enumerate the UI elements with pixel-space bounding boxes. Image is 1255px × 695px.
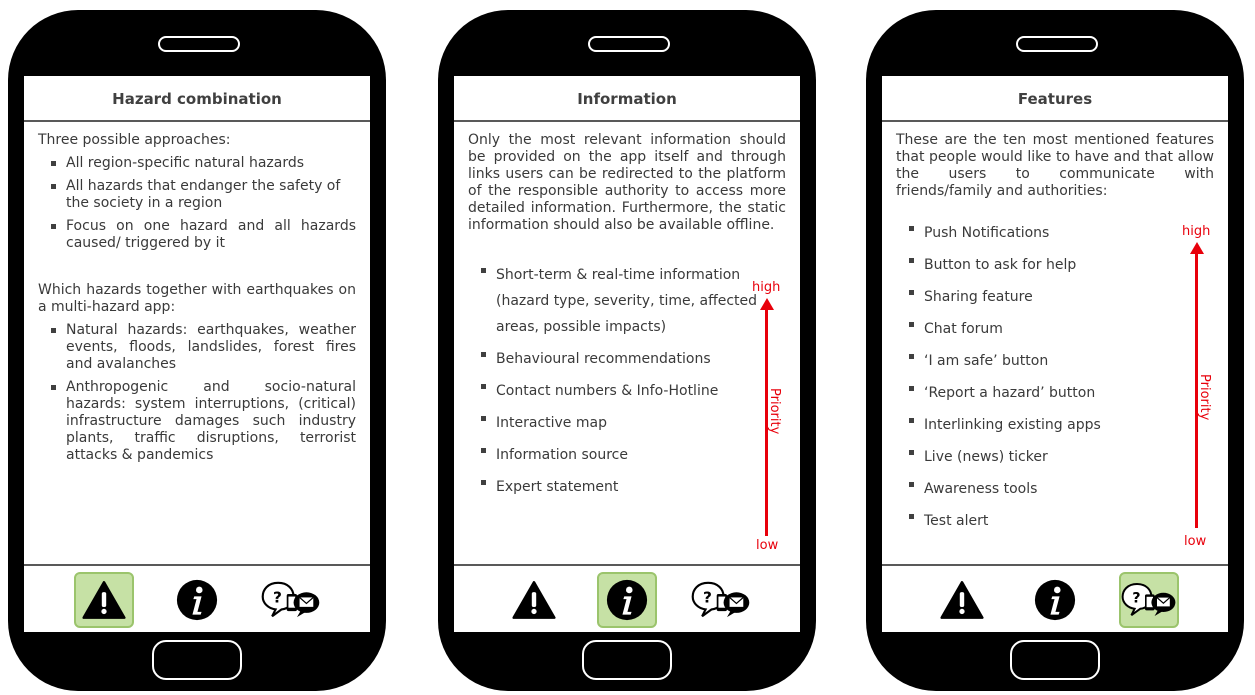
phone-hazard-combination: Hazard combination Three possible approa… — [8, 10, 386, 691]
phone-information: Information Only the most relevant infor… — [438, 10, 816, 691]
info-icon — [606, 579, 648, 621]
priority-label: Priority — [767, 388, 782, 435]
home-button[interactable] — [152, 640, 242, 680]
tab-hazard[interactable] — [504, 572, 564, 628]
question-text: Which hazards together with earthquakes … — [38, 282, 356, 315]
list-item: Information source — [468, 442, 760, 468]
list-item: Chat forum — [896, 316, 1176, 342]
list-item: Behavioural recommendations — [468, 346, 760, 372]
list-item: Short-term & real-time information (haza… — [468, 262, 760, 340]
list-item: Contact numbers & Info-Hotline — [468, 378, 760, 404]
tab-features[interactable] — [691, 572, 751, 628]
screen-title: Information — [454, 76, 800, 122]
priority-high-label: high — [752, 280, 781, 295]
list-item: Sharing feature — [896, 284, 1176, 310]
answers-list: Natural hazards: earthquakes, weather ev… — [38, 322, 356, 464]
priority-arrow: high Priority low — [1180, 224, 1220, 554]
intro-text: Three possible approaches: — [38, 132, 231, 148]
list-item: Test alert — [896, 508, 1176, 534]
info-icon — [176, 579, 218, 621]
speaker-slot — [1016, 36, 1098, 52]
list-item: Awareness tools — [896, 476, 1176, 502]
list-item: ‘I am safe’ button — [896, 348, 1176, 374]
features-list: Push Notifications Button to ask for hel… — [896, 220, 1176, 534]
screen-body: These are the ten most mentioned feature… — [882, 122, 1228, 534]
tab-hazard[interactable] — [74, 572, 134, 628]
tab-information[interactable] — [597, 572, 657, 628]
tab-information[interactable] — [1025, 572, 1085, 628]
chat-icon — [261, 579, 321, 621]
list-item: Natural hazards: earthquakes, weather ev… — [38, 322, 356, 373]
tab-features[interactable] — [261, 572, 321, 628]
bottom-nav — [24, 564, 370, 632]
list-item: Live (news) ticker — [896, 444, 1176, 470]
priority-high-label: high — [1182, 224, 1211, 239]
priority-low-label: low — [756, 538, 779, 553]
list-item: Interactive map — [468, 410, 760, 436]
chat-icon — [691, 579, 751, 621]
home-button[interactable] — [582, 640, 672, 680]
phone-features: Features These are the ten most mentione… — [866, 10, 1244, 691]
screen-body: Only the most relevant information shoul… — [454, 122, 800, 500]
bottom-nav — [882, 564, 1228, 632]
list-item: ‘Report a hazard’ button — [896, 380, 1176, 406]
list-item: All region-specific natural hazards — [38, 155, 356, 172]
screen: Features These are the ten most mentione… — [882, 76, 1228, 632]
info-icon — [1034, 579, 1076, 621]
intro-text: Only the most relevant information shoul… — [468, 132, 786, 233]
priority-label: Priority — [1197, 374, 1212, 421]
screen: Information Only the most relevant infor… — [454, 76, 800, 632]
tab-hazard[interactable] — [932, 572, 992, 628]
list-item: Button to ask for help — [896, 252, 1176, 278]
screen-title: Hazard combination — [24, 76, 370, 122]
priority-arrow: high Priority low — [750, 280, 790, 553]
home-button[interactable] — [1010, 640, 1100, 680]
priority-low-label: low — [1184, 534, 1207, 549]
screen-body: Three possible approaches: All region-sp… — [24, 122, 370, 464]
warning-icon — [82, 579, 126, 621]
list-item: Interlinking existing apps — [896, 412, 1176, 438]
list-item: Push Notifications — [896, 220, 1176, 246]
chat-icon — [1121, 579, 1177, 621]
tab-information[interactable] — [167, 572, 227, 628]
speaker-slot — [158, 36, 240, 52]
list-item: All hazards that endanger the safety of … — [38, 178, 356, 212]
screen: Hazard combination Three possible approa… — [24, 76, 370, 632]
speaker-slot — [588, 36, 670, 52]
screen-title: Features — [882, 76, 1228, 122]
list-item: Expert statement — [468, 474, 760, 500]
bottom-nav — [454, 564, 800, 632]
intro-text: These are the ten most mentioned feature… — [896, 132, 1214, 199]
warning-icon — [512, 579, 556, 621]
information-list: Short-term & real-time information (haza… — [468, 262, 760, 500]
list-item: Anthropogenic and socio-natural hazards:… — [38, 379, 356, 464]
tab-features[interactable] — [1119, 572, 1179, 628]
warning-icon — [940, 579, 984, 621]
list-item: Focus on one hazard and all hazards caus… — [38, 218, 356, 252]
approaches-list: All region-specific natural hazards All … — [38, 155, 356, 252]
